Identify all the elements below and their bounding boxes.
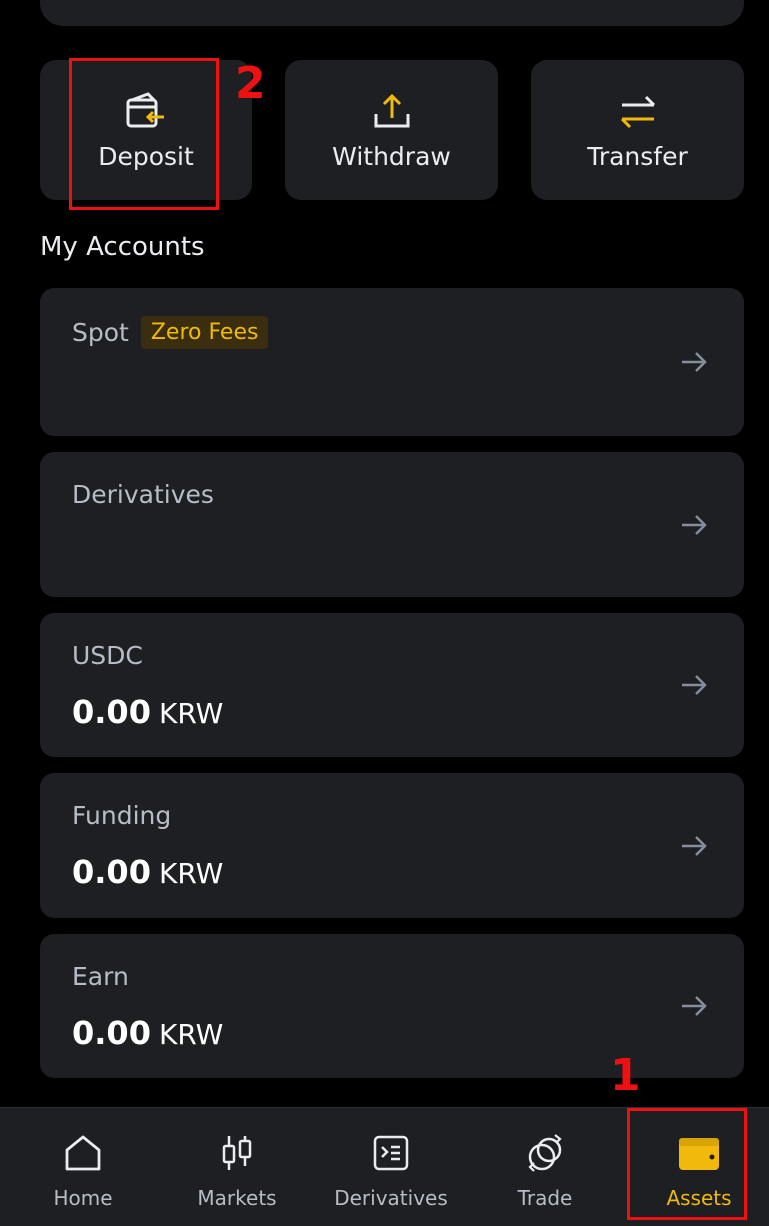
top-card — [40, 0, 744, 26]
arrow-right-icon — [682, 675, 707, 695]
arrow-right-icon — [682, 514, 707, 535]
tab-trade[interactable]: Trade — [468, 1108, 622, 1226]
section-title: My Accounts — [40, 232, 205, 262]
account-name: Derivatives — [72, 480, 214, 509]
candlestick-icon — [222, 1136, 252, 1170]
account-funding[interactable]: Funding 0.00 KRW — [40, 773, 744, 918]
tab-label: Derivatives — [334, 1186, 448, 1210]
tab-label: Home — [53, 1186, 113, 1210]
transfer-button[interactable]: Transfer — [531, 60, 744, 200]
account-name: Spot — [72, 318, 129, 347]
account-name: Funding — [72, 801, 172, 830]
tab-home[interactable]: Home — [6, 1108, 160, 1226]
tab-label: Markets — [197, 1186, 277, 1210]
withdraw-icon — [374, 93, 409, 127]
assets-highlight-box — [627, 1108, 747, 1220]
account-derivatives[interactable]: Derivatives — [40, 452, 744, 597]
zero-fees-badge: Zero Fees — [140, 316, 269, 349]
tab-markets[interactable]: Markets — [160, 1108, 314, 1226]
tab-derivatives[interactable]: Derivatives — [314, 1108, 468, 1226]
account-amount: 0.00 — [72, 1014, 151, 1052]
account-name: USDC — [72, 641, 143, 670]
arrow-right-icon — [682, 835, 707, 856]
derivatives-icon — [373, 1135, 409, 1171]
withdraw-button[interactable]: Withdraw — [285, 60, 498, 200]
tab-label: Trade — [517, 1186, 573, 1210]
account-amount: 0.00 — [72, 853, 151, 891]
step-2-label: 2 — [235, 58, 266, 109]
account-currency: KRW — [158, 1018, 224, 1051]
account-name: Earn — [72, 962, 129, 991]
trade-icon — [528, 1134, 562, 1172]
account-currency: KRW — [158, 697, 224, 730]
home-icon — [65, 1135, 101, 1171]
transfer-label: Transfer — [587, 141, 688, 171]
account-amount: 0.00 — [72, 693, 151, 731]
step-1-label: 1 — [610, 1050, 641, 1101]
transfer-icon — [620, 95, 655, 128]
arrow-right-icon — [682, 352, 707, 372]
deposit-highlight-box — [69, 58, 219, 210]
account-spot[interactable]: Spot Zero Fees — [40, 288, 744, 436]
account-currency: KRW — [158, 857, 224, 890]
account-usdc[interactable]: USDC 0.00 KRW — [40, 613, 744, 757]
withdraw-label: Withdraw — [332, 141, 451, 171]
arrow-right-icon — [682, 996, 707, 1016]
